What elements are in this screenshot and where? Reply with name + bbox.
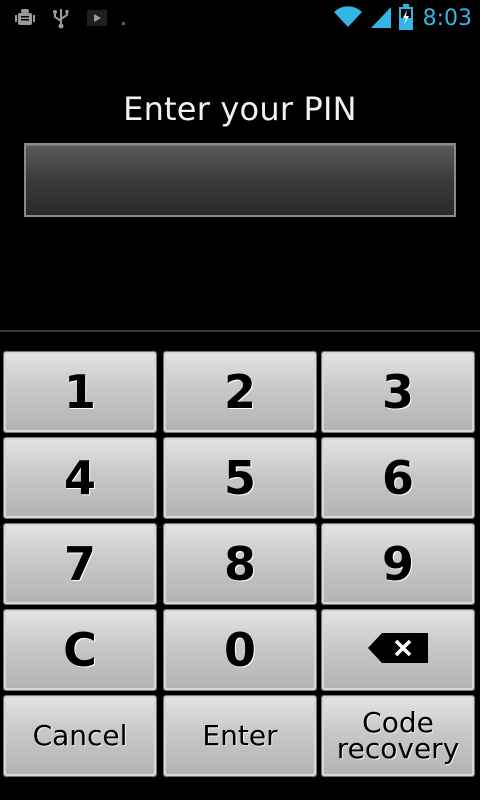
cancel-button-label: Cancel [32, 719, 128, 752]
key-2-label: 2 [223, 365, 256, 419]
cancel-button[interactable]: Cancel [3, 695, 157, 777]
pin-input[interactable] [24, 143, 456, 217]
backspace-icon [366, 631, 430, 669]
backspace-button[interactable] [321, 609, 475, 691]
key-1[interactable]: 1 [3, 351, 157, 433]
code-recovery-label-line2: recovery [336, 732, 460, 765]
key-3[interactable]: 3 [321, 351, 475, 433]
notification-dot [122, 21, 125, 25]
clock: 8:03 [422, 6, 472, 31]
clear-button-label: C [63, 623, 97, 677]
key-7-label: 7 [63, 537, 96, 591]
notification-icons [14, 7, 125, 29]
key-8[interactable]: 8 [163, 523, 317, 605]
wifi-icon [333, 5, 363, 33]
clear-button[interactable]: C [3, 609, 157, 691]
key-0-label: 0 [223, 623, 256, 677]
enter-button[interactable]: Enter [163, 695, 317, 777]
key-3-label: 3 [381, 365, 414, 419]
key-9[interactable]: 9 [321, 523, 475, 605]
key-5[interactable]: 5 [163, 437, 317, 519]
system-icons: 8:03 [333, 4, 472, 34]
key-8-label: 8 [223, 537, 256, 591]
key-5-label: 5 [223, 451, 256, 505]
key-7[interactable]: 7 [3, 523, 157, 605]
code-recovery-button[interactable]: Code recovery [321, 695, 475, 777]
android-debug-icon [14, 7, 36, 29]
signal-icon [369, 5, 393, 33]
key-6-label: 6 [381, 451, 414, 505]
battery-charging-icon [398, 4, 413, 34]
key-4[interactable]: 4 [3, 437, 157, 519]
key-0[interactable]: 0 [163, 609, 317, 691]
enter-button-label: Enter [202, 719, 278, 752]
key-6[interactable]: 6 [321, 437, 475, 519]
key-1-label: 1 [63, 365, 96, 419]
key-9-label: 9 [381, 537, 414, 591]
key-2[interactable]: 2 [163, 351, 317, 433]
page-title: Enter your PIN [123, 90, 357, 128]
key-4-label: 4 [63, 451, 96, 505]
status-bar: 8:03 [0, 0, 480, 38]
play-store-icon [86, 7, 108, 29]
usb-icon [50, 7, 72, 29]
divider [0, 330, 480, 332]
